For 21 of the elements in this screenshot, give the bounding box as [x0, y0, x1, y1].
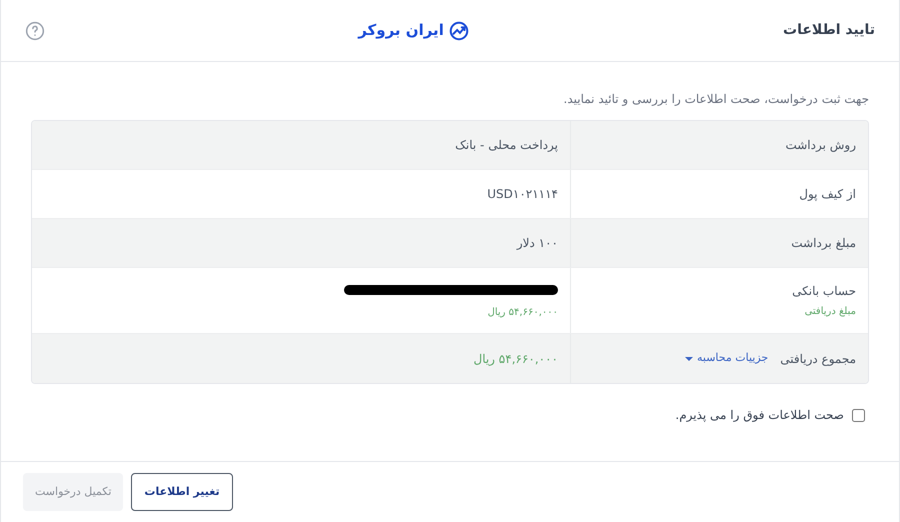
row-value: پرداخت محلی - بانک — [454, 137, 558, 154]
help-icon[interactable] — [25, 20, 46, 40]
row-value: ۱۰۰ دلار — [515, 235, 558, 252]
row-label: حساب بانکی — [792, 283, 856, 300]
page-title: تایید اطلاعات — [783, 21, 875, 40]
agree-checkbox[interactable] — [852, 408, 865, 422]
row-label: مجموع دریافتی — [780, 350, 856, 368]
total-value: ۵۴,۶۶۰,۰۰۰ ریال — [472, 350, 558, 368]
row-value: USD۱۰۲۱۱۱۴ — [486, 186, 558, 203]
calculation-details-link[interactable]: جزییات محاسبه — [684, 350, 768, 367]
row-sublabel: مبلغ دریافتی — [804, 305, 856, 319]
caret-icon — [684, 356, 693, 362]
received-amount: ۵۴,۶۶۰,۰۰۰ ریال — [486, 306, 558, 320]
agree-label: صحت اطلاعات فوق را می پذیرم. — [675, 407, 844, 424]
row-label: روش برداشت — [785, 137, 856, 154]
row-label: مبلغ برداشت — [791, 235, 856, 252]
intro-text: جهت ثبت درخواست، صحت اطلاعات را بررسی و تائید نمایید. — [562, 91, 869, 108]
brand-logo: ایران بروکر — [358, 20, 444, 42]
edit-info-button[interactable]: تغییر اطلاعات — [131, 473, 233, 511]
row-label: از کیف پول — [799, 186, 856, 203]
chart-logo-icon — [448, 20, 470, 42]
